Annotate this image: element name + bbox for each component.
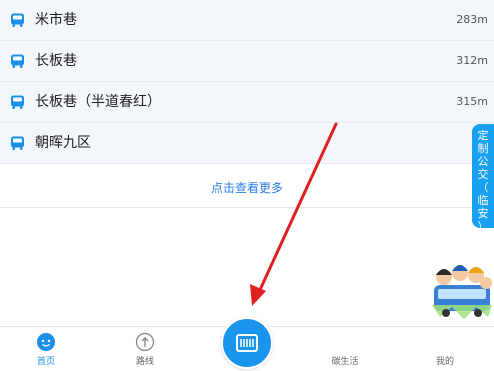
side-tab-char: （ bbox=[477, 181, 489, 194]
station-name: 长板巷 bbox=[35, 53, 77, 69]
station-row[interactable]: 长板巷 312m bbox=[0, 41, 494, 82]
station-name: 朝晖九区 bbox=[35, 135, 91, 151]
tab-home[interactable]: 首页 bbox=[16, 327, 76, 367]
route-icon bbox=[135, 332, 155, 352]
station-distance: 315m bbox=[456, 95, 488, 108]
side-tab-char: 定 bbox=[477, 129, 489, 142]
bus-icon bbox=[11, 13, 24, 27]
more-container: 点击查看更多 bbox=[0, 165, 494, 208]
tab-life[interactable]: 碳生活 bbox=[315, 327, 375, 367]
tab-label: 路线 bbox=[135, 357, 154, 367]
station-name: 长板巷（半道春红） bbox=[35, 94, 161, 110]
side-tab-char: 制 bbox=[477, 142, 489, 155]
custom-bus-side-tab[interactable]: 定 制 公 交 （ 临 安 ） bbox=[472, 124, 494, 233]
tab-label: 首页 bbox=[36, 357, 55, 367]
station-row[interactable]: 长板巷（半道春红） 315m bbox=[0, 82, 494, 123]
station-row[interactable]: 米市巷 283m bbox=[0, 0, 494, 41]
tab-label: 我的 bbox=[435, 357, 454, 367]
side-tab-char: 安 bbox=[477, 207, 489, 220]
station-distance: 283m bbox=[456, 13, 488, 26]
tab-mine[interactable]: 我的 bbox=[415, 327, 475, 367]
tab-route[interactable]: 路线 bbox=[115, 327, 175, 367]
side-tab-char: ） bbox=[477, 220, 489, 233]
home-icon bbox=[37, 333, 55, 351]
side-tab-char: 公 bbox=[477, 155, 489, 168]
scan-code-icon bbox=[236, 334, 258, 352]
bus-icon bbox=[11, 95, 24, 109]
side-tab-char: 交 bbox=[477, 168, 489, 181]
scan-code-button[interactable] bbox=[221, 317, 273, 369]
side-tab-char: 临 bbox=[477, 194, 489, 207]
station-name: 米市巷 bbox=[35, 12, 77, 28]
station-row[interactable]: 朝晖九区 37 bbox=[0, 123, 494, 164]
bus-icon bbox=[11, 54, 24, 68]
tab-label: 碳生活 bbox=[331, 357, 359, 367]
station-distance: 312m bbox=[456, 54, 488, 67]
mascot-promo-icon[interactable] bbox=[430, 255, 494, 321]
bus-icon bbox=[11, 136, 24, 150]
view-more-link[interactable]: 点击查看更多 bbox=[0, 179, 494, 196]
